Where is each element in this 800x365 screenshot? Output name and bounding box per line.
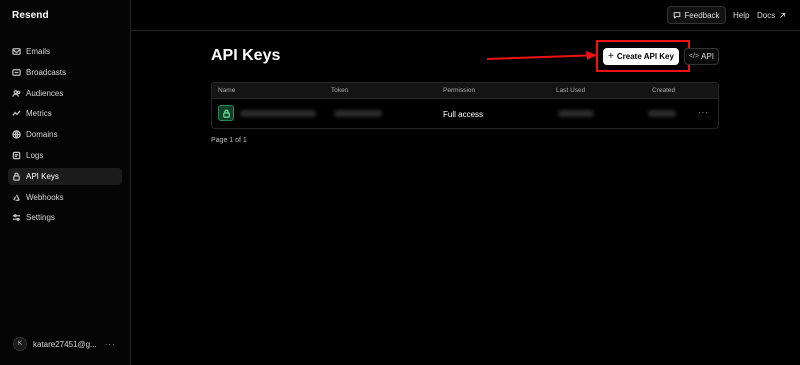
table-header: Name Token Permission Last Used Created	[212, 83, 718, 99]
docs-link[interactable]: Docs	[757, 11, 786, 20]
users-icon	[12, 89, 21, 98]
chat-icon	[674, 12, 681, 19]
avatar: K	[13, 337, 27, 351]
docs-label: Docs	[757, 11, 776, 20]
sidebar-item-settings[interactable]: Settings	[8, 209, 122, 226]
sidebar-item-label: Settings	[26, 213, 55, 223]
column-header-token: Token	[331, 87, 349, 94]
external-link-icon	[780, 12, 786, 18]
redacted-token	[334, 110, 382, 117]
pagination: Page 1 of 1	[211, 137, 247, 144]
redacted-name	[240, 110, 316, 117]
column-header-created: Created	[652, 87, 676, 94]
feedback-label: Feedback	[684, 10, 720, 20]
sidebar-item-logs[interactable]: Logs	[8, 147, 122, 164]
sidebar-item-label: Audiences	[26, 88, 64, 98]
help-link[interactable]: Help	[733, 11, 749, 20]
table-row[interactable]: Full access ···	[212, 99, 718, 129]
row-more-icon[interactable]: ···	[698, 108, 709, 117]
sidebar-item-label: Logs	[26, 150, 44, 160]
api-label: API	[701, 52, 715, 61]
logs-icon	[12, 151, 21, 160]
column-header-last-used: Last Used	[556, 87, 586, 94]
create-api-key-button[interactable]: + Create API Key	[603, 48, 679, 65]
sidebar-item-label: Broadcasts	[26, 67, 67, 77]
sidebar-item-label: Metrics	[26, 109, 52, 119]
key-icon	[218, 105, 234, 121]
arrow-annotation-icon	[487, 51, 597, 60]
redacted-last-used	[558, 110, 594, 117]
sidebar-nav: Emails Broadcasts Audiences Metrics Doma…	[8, 43, 122, 230]
redacted-created	[648, 110, 676, 117]
sidebar-item-broadcasts[interactable]: Broadcasts	[8, 64, 122, 81]
sidebar: Resend Emails Broadcasts Audiences Metri…	[0, 0, 131, 365]
permission-value: Full access	[443, 110, 484, 119]
column-header-name: Name	[218, 87, 236, 94]
plus-icon: +	[608, 51, 614, 62]
sidebar-item-webhooks[interactable]: Webhooks	[8, 189, 122, 206]
broadcast-icon	[12, 68, 21, 77]
lock-icon	[12, 172, 21, 181]
sidebar-item-emails[interactable]: Emails	[8, 43, 122, 60]
sliders-icon	[12, 213, 21, 222]
top-bar: Feedback Help Docs	[131, 0, 800, 31]
create-api-key-label: Create API Key	[616, 52, 674, 61]
sidebar-item-audiences[interactable]: Audiences	[8, 85, 122, 102]
sidebar-item-domains[interactable]: Domains	[8, 126, 122, 143]
chart-icon	[12, 109, 21, 118]
webhook-icon	[12, 193, 21, 202]
sidebar-item-label: Domains	[26, 130, 58, 140]
brand-logo[interactable]: Resend	[12, 10, 49, 21]
code-icon: </>	[688, 53, 700, 60]
sidebar-item-label: API Keys	[26, 171, 59, 181]
sidebar-item-api-keys[interactable]: API Keys	[8, 167, 122, 185]
sidebar-item-label: Emails	[26, 47, 51, 56]
api-keys-table: Name Token Permission Last Used Created …	[211, 82, 719, 129]
sidebar-item-label: Webhooks	[26, 192, 64, 202]
page-title: API Keys	[211, 47, 281, 64]
api-button[interactable]: </> API	[684, 48, 719, 65]
feedback-button[interactable]: Feedback	[667, 6, 726, 24]
mail-icon	[12, 47, 21, 56]
more-icon[interactable]: ···	[105, 340, 116, 349]
column-header-permission: Permission	[443, 87, 476, 94]
sidebar-item-metrics[interactable]: Metrics	[8, 105, 122, 122]
globe-icon	[12, 130, 21, 139]
account-email: katare27451@g...	[33, 339, 97, 349]
account-switcher[interactable]: K katare27451@g... ···	[13, 337, 116, 351]
